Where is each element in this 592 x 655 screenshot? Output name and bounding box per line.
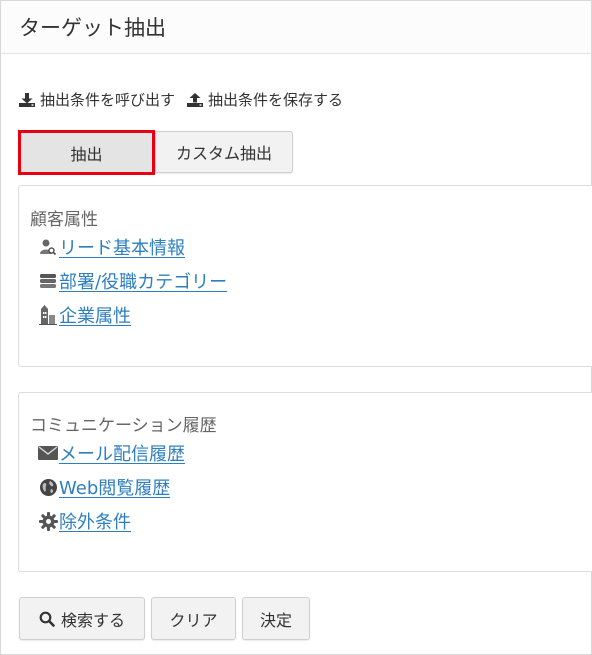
department-position-category-link[interactable]: 部署/役職カテゴリー: [37, 268, 227, 294]
web-browsing-history-link[interactable]: Web閲覧履歴: [37, 474, 170, 500]
company-attributes-label: 企業属性: [59, 306, 131, 327]
search-button-label: 検索する: [60, 610, 125, 630]
globe-icon: [37, 477, 59, 497]
load-conditions-label: 抽出条件を呼び出す: [40, 91, 176, 109]
user-search-icon: [37, 237, 59, 257]
search-icon: [39, 611, 55, 627]
lead-basic-info-label: リード基本情報: [59, 238, 185, 259]
condition-tools: 抽出条件を呼び出す 抽出条件を保存する: [19, 89, 355, 110]
web-browsing-history-label: Web閲覧履歴: [59, 478, 171, 499]
exclusion-conditions-link[interactable]: 除外条件: [37, 508, 131, 534]
communication-history-section: コミュニケーション履歴 メール配信履歴 Web閲覧履歴 除外条件: [18, 392, 592, 572]
department-position-category-label: 部署/役職カテゴリー: [59, 272, 228, 293]
envelope-icon: [37, 443, 59, 463]
email-delivery-history-label: メール配信履歴: [59, 444, 185, 465]
lead-basic-info-link[interactable]: リード基本情報: [37, 234, 185, 260]
custom-extract-mode-button[interactable]: カスタム抽出: [155, 131, 293, 173]
download-icon: [19, 92, 35, 107]
save-conditions-link[interactable]: 抽出条件を保存する: [187, 89, 343, 110]
decide-button[interactable]: 決定: [242, 597, 310, 640]
email-delivery-history-link[interactable]: メール配信履歴: [37, 440, 185, 466]
extract-mode-button[interactable]: 抽出: [18, 130, 155, 175]
communication-history-title: コミュニケーション履歴: [30, 416, 217, 436]
target-extraction-panel: ターゲット抽出 抽出条件を呼び出す 抽出条件を保存する 抽出 カスタム抽出 顧客…: [0, 0, 592, 655]
page-title: ターゲット抽出: [19, 16, 166, 40]
gear-icon: [37, 511, 59, 531]
clear-button[interactable]: クリア: [151, 597, 236, 640]
customer-attributes-section: 顧客属性 リード基本情報 部署/役職カテゴリー 企業属性: [18, 185, 592, 367]
customer-attributes-title: 顧客属性: [30, 210, 98, 230]
search-button[interactable]: 検索する: [19, 597, 145, 640]
exclusion-conditions-label: 除外条件: [59, 512, 131, 533]
upload-icon: [187, 92, 204, 107]
load-conditions-link[interactable]: 抽出条件を呼び出す: [19, 89, 175, 110]
company-attributes-link[interactable]: 企業属性: [37, 302, 131, 328]
panel-header: ターゲット抽出: [1, 1, 591, 54]
building-icon: [37, 305, 59, 325]
save-conditions-label: 抽出条件を保存する: [208, 91, 344, 109]
stack-icon: [37, 271, 59, 291]
